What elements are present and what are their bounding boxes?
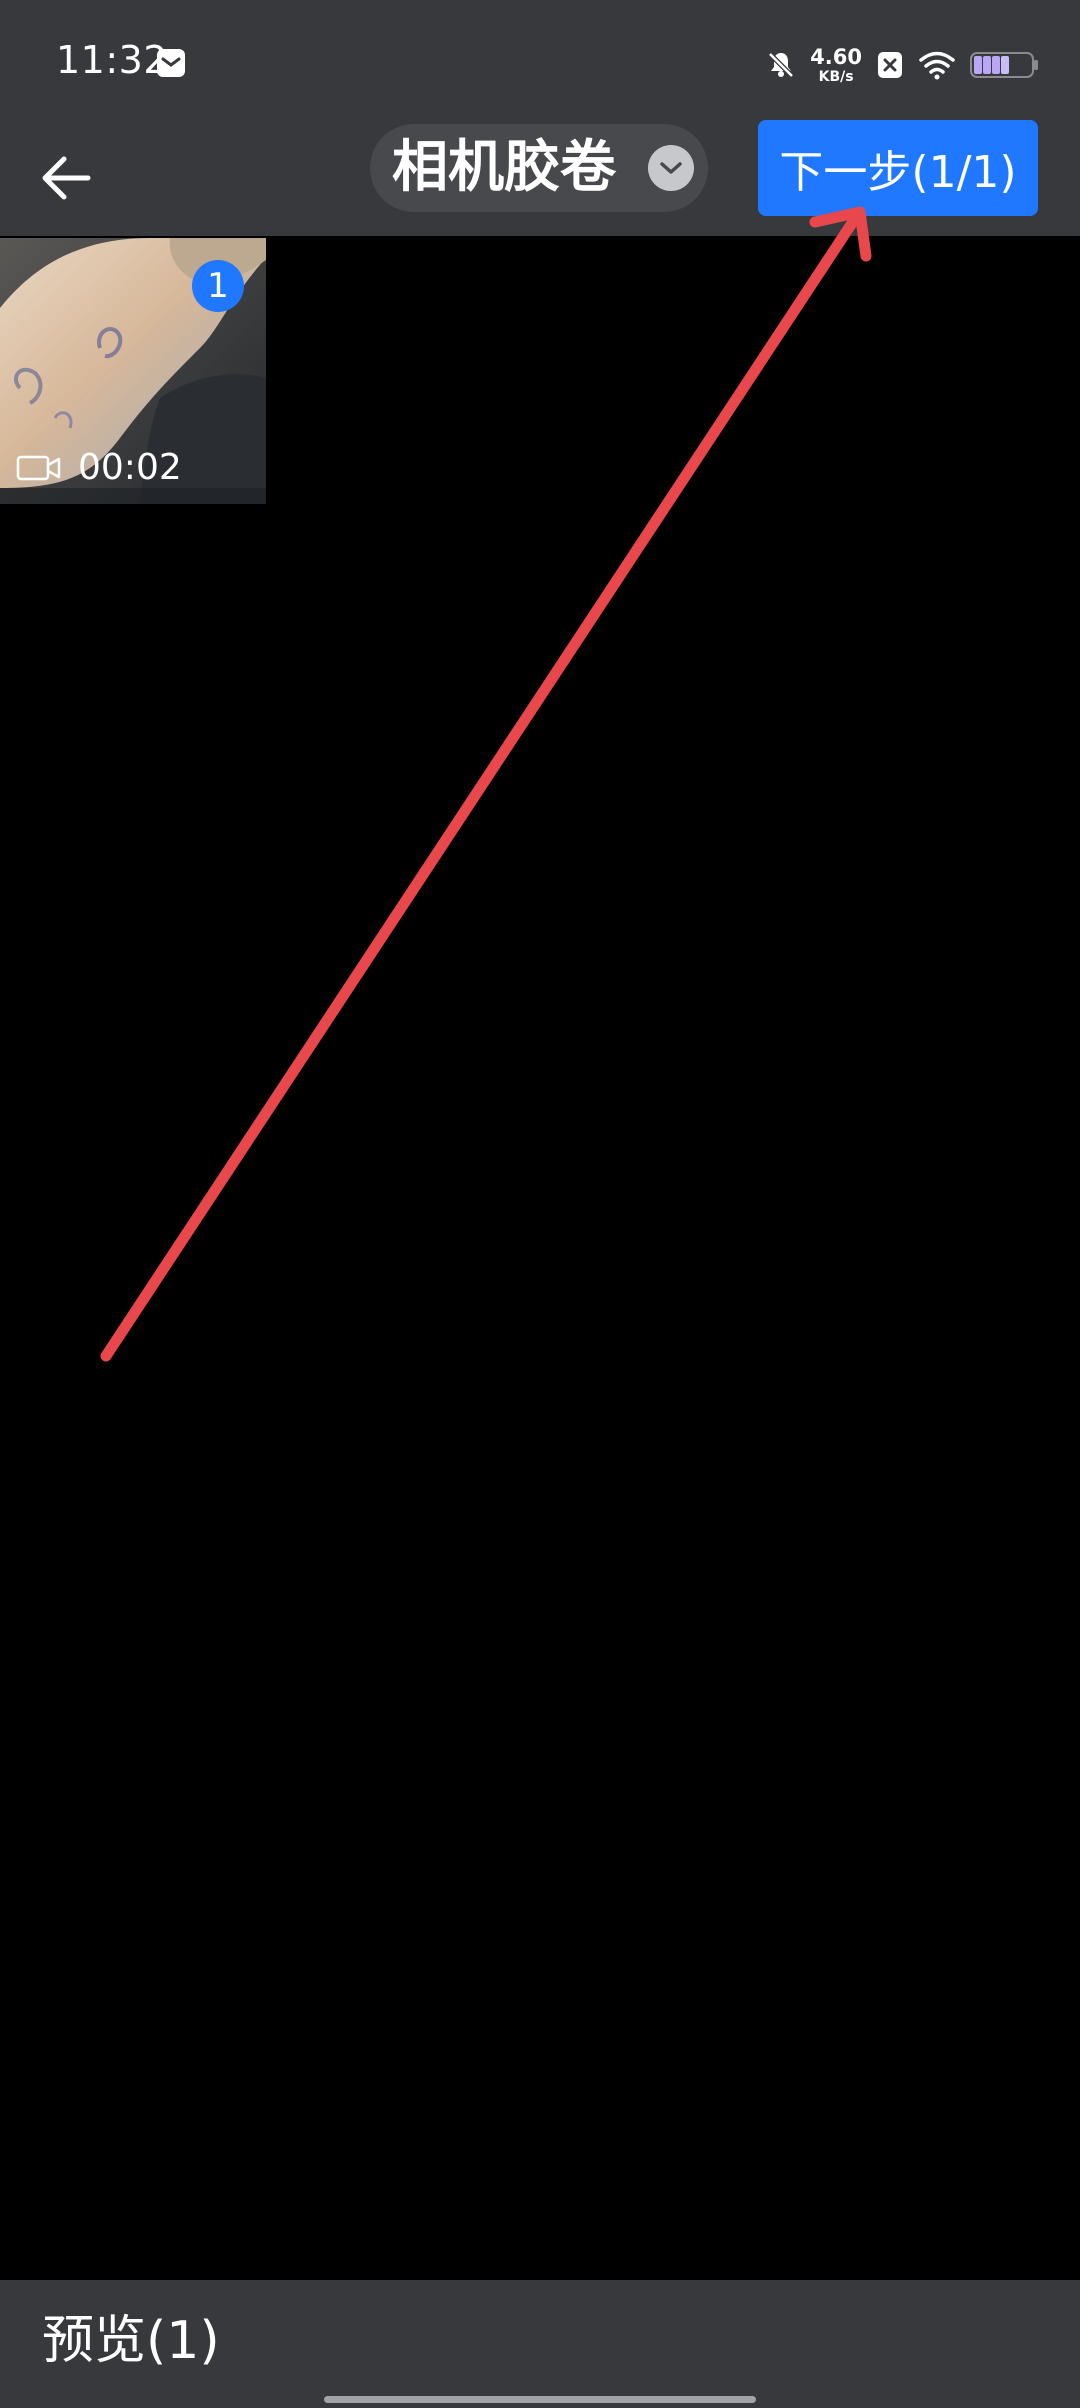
chevron-down-icon (648, 145, 694, 191)
album-title: 相机胶卷 (392, 135, 616, 200)
status-bar: 11:32 4.60 KB/s (0, 0, 1080, 120)
media-grid: 1 00:02 (0, 236, 1080, 2280)
video-camera-icon (16, 455, 61, 481)
album-selector[interactable]: 相机胶卷 (370, 124, 708, 212)
status-time: 11:32 (56, 38, 169, 82)
network-speed-value: 4.60 (810, 44, 862, 69)
media-thumbnail[interactable]: 1 00:02 (0, 238, 266, 504)
selection-badge: 1 (192, 260, 244, 312)
battery-icon (970, 52, 1038, 78)
home-indicator[interactable] (324, 2396, 756, 2403)
bell-muted-icon (768, 52, 794, 78)
header: 相机胶卷 下一步(1/1) (0, 120, 1080, 236)
network-speed-unit: KB/s (818, 68, 854, 85)
preview-button[interactable]: 预览(1) (42, 2306, 220, 2376)
bottom-bar: 预览(1) (0, 2280, 1080, 2408)
wifi-icon (919, 51, 955, 80)
back-button[interactable] (28, 140, 104, 216)
video-duration: 00:02 (78, 447, 182, 488)
back-arrow-icon (42, 156, 91, 200)
network-speed: 4.60 KB/s (810, 44, 862, 85)
mail-notification-icon (157, 49, 185, 77)
next-button[interactable]: 下一步(1/1) (758, 120, 1038, 216)
video-info: 00:02 (16, 448, 182, 488)
status-icons: 4.60 KB/s (752, 40, 1040, 90)
x-badge-icon (878, 52, 902, 78)
